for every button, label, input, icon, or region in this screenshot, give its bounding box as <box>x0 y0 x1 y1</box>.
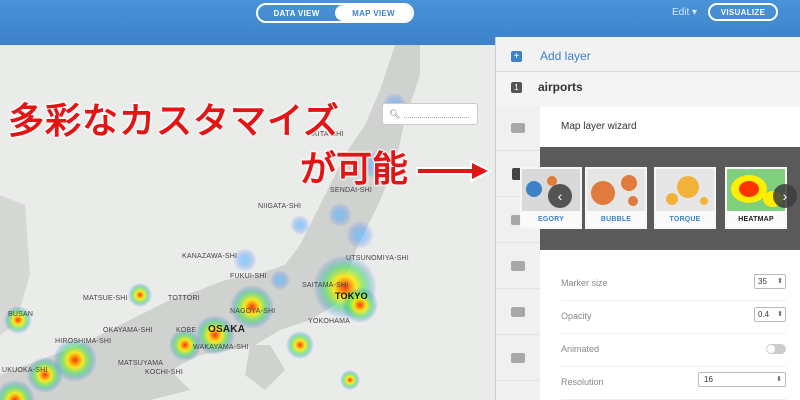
torque-thumb <box>656 169 714 211</box>
city-label-tokyo: TOKYO <box>335 291 368 301</box>
search-input[interactable] <box>404 111 469 118</box>
city-label: BUSAN <box>8 311 34 318</box>
bar-chart-icon <box>511 352 525 363</box>
resolution-select[interactable]: 16 <box>698 372 786 387</box>
tab-data-view[interactable]: DATA VIEW <box>258 5 335 21</box>
city-label-osaka: OSAKA <box>208 324 246 335</box>
animated-toggle[interactable] <box>766 344 786 354</box>
wizard-type-carousel: EGORY ‹ BUBBLE TORQUE HEATMAP › <box>520 147 800 250</box>
wizard-type-label: BUBBLE <box>587 211 645 227</box>
add-layer-label: Add layer <box>540 49 591 63</box>
wizard-type-torque[interactable]: TORQUE <box>654 167 716 229</box>
city-label: SAITAMA-SHI <box>302 282 349 289</box>
filter-tool-button[interactable] <box>496 335 540 381</box>
tab-map-view[interactable]: MAP VIEW <box>335 5 412 21</box>
view-toggle: DATA VIEW MAP VIEW <box>256 3 414 23</box>
layer-header[interactable]: 1 airports <box>496 72 800 104</box>
marker-size-label: Marker size <box>561 278 608 288</box>
arrow-right-icon <box>416 159 492 183</box>
resolution-label: Resolution <box>561 377 604 387</box>
search-icon: 🔍︎ <box>389 108 401 119</box>
city-label: UKUOKA-SHI <box>2 367 48 374</box>
marker-size-stepper[interactable]: 35 <box>754 274 786 289</box>
animated-label: Animated <box>561 344 600 354</box>
legend-tool-button[interactable] <box>496 289 540 335</box>
layer-name: airports <box>538 80 583 94</box>
bubble-thumb <box>587 169 645 211</box>
city-label: TOTTORI <box>168 295 200 302</box>
wizard-type-label: TORQUE <box>656 211 714 227</box>
city-label: MATSUYAMA <box>118 360 164 367</box>
city-label: KOCHI-SHI <box>145 369 183 376</box>
city-label: MATSUE-SHI <box>83 295 128 302</box>
opacity-label: Opacity <box>561 311 592 321</box>
city-label: NIIGATA-SHI <box>258 203 302 210</box>
city-label: KOBE <box>176 327 197 334</box>
carousel-prev-button[interactable]: ‹ <box>548 184 572 208</box>
wizard-type-bubble[interactable]: BUBBLE <box>585 167 647 229</box>
layer-tool-sidebar <box>496 105 540 400</box>
css-icon <box>511 260 525 271</box>
css-tool-button[interactable] <box>496 243 540 289</box>
city-label: WAKAYAMA-SHI <box>193 344 249 351</box>
opacity-stepper[interactable]: 0.4 <box>754 307 786 322</box>
annotation-line-2: が可能 <box>299 148 409 191</box>
sql-icon <box>511 122 525 133</box>
legend-icon <box>511 306 525 317</box>
annotation-line-1: 多彩なカスタマイズ <box>7 100 340 143</box>
opacity-row: Opacity 0.4 <box>561 300 786 334</box>
city-label: YOKOHAMA <box>308 318 351 325</box>
wizard-type-label: HEATMAP <box>727 211 785 227</box>
map-search-box[interactable]: 🔍︎ <box>382 103 478 125</box>
marker-size-row: Marker size 35 <box>561 267 786 301</box>
map-layer-wizard: Map layer wizard EGORY ‹ BUBBLE TORQUE H… <box>520 107 800 400</box>
layer-panel: + Add layer 1 airports Map layer wizard … <box>495 37 800 400</box>
wizard-type-label: EGORY <box>522 211 580 227</box>
plus-icon: + <box>511 51 522 62</box>
city-label: KANAZAWA-SHI <box>182 253 238 260</box>
city-label: OKAYAMA-SHI <box>103 327 153 334</box>
layer-number-badge: 1 <box>511 82 522 93</box>
city-label: HIROSHIMA-SHI <box>55 338 112 345</box>
visualize-button[interactable]: VISUALIZE <box>708 3 778 21</box>
city-label: UTSUNOMIYA-SHI <box>346 255 409 262</box>
animated-row: Animated <box>561 333 786 367</box>
wizard-title: Map layer wizard <box>561 121 637 132</box>
city-label: NAGOYA-SHI <box>230 308 276 315</box>
edit-menu[interactable]: Edit ▾ <box>672 7 697 18</box>
city-label: FUKUI-SHI <box>230 273 267 280</box>
sql-tool-button[interactable] <box>496 105 540 151</box>
resolution-row: Resolution 16 <box>561 366 786 400</box>
add-layer-button[interactable]: + Add layer <box>496 37 800 72</box>
carousel-next-button[interactable]: › <box>773 184 797 208</box>
